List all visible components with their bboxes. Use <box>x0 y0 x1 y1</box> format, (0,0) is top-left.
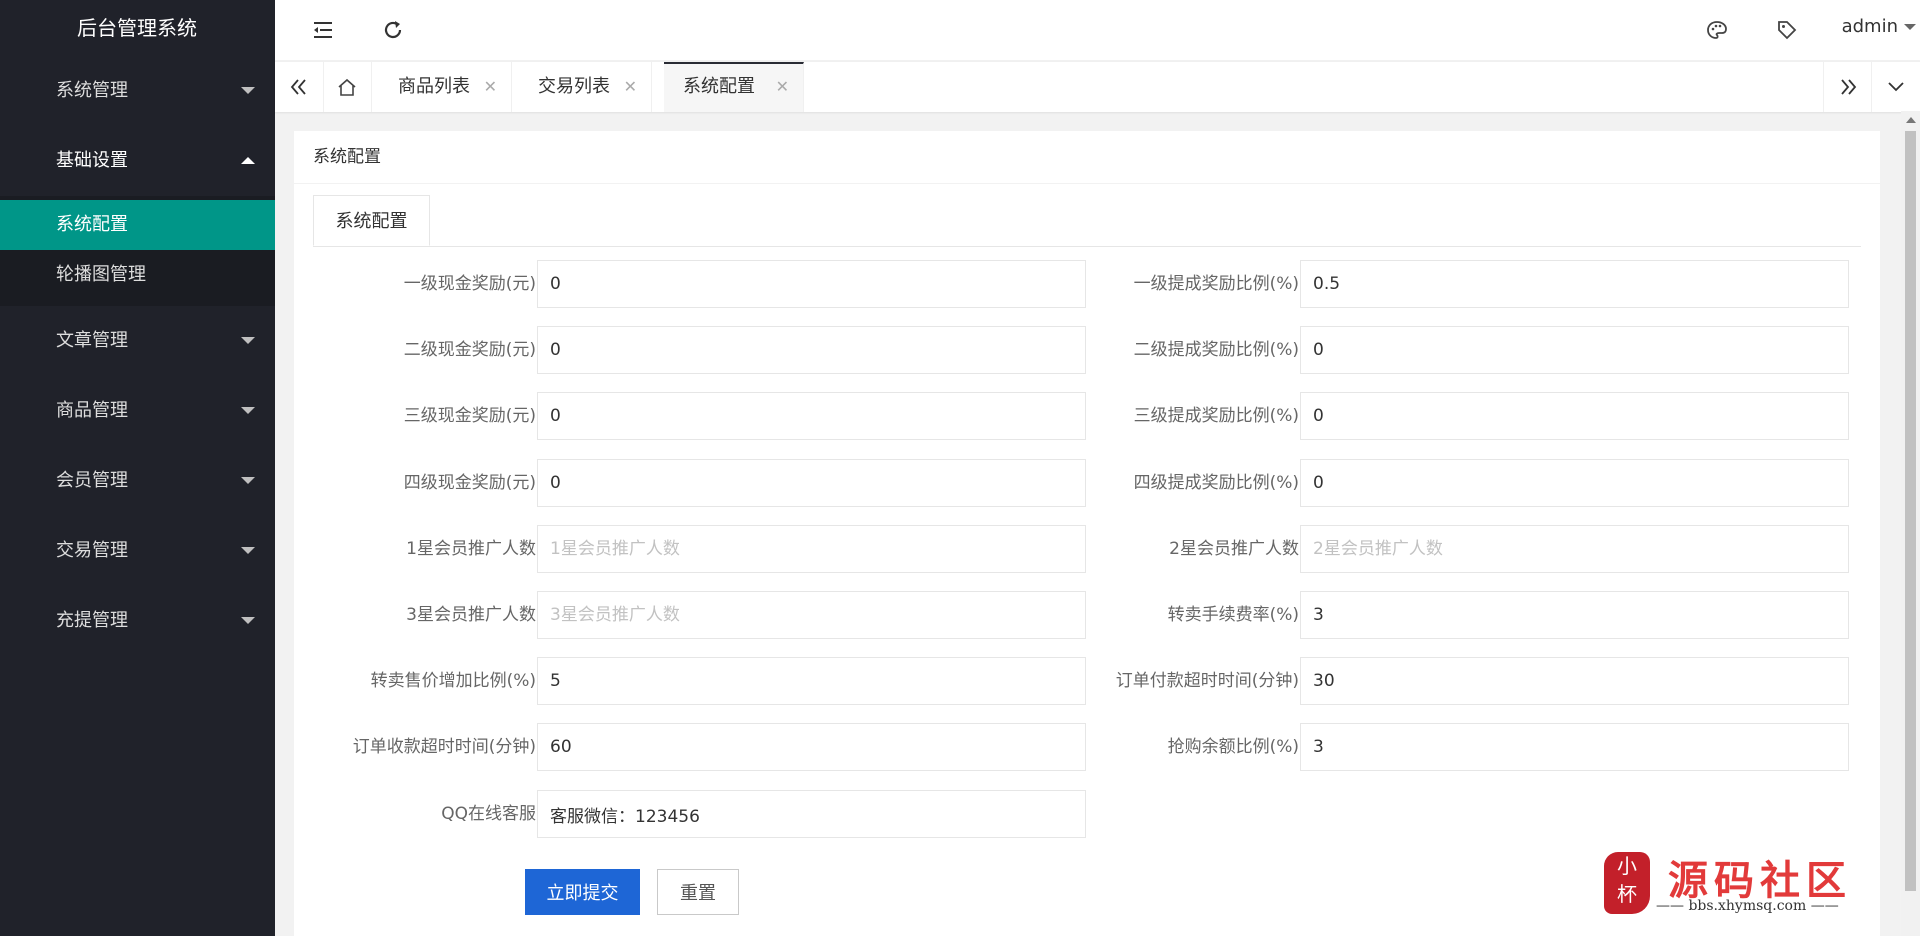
top-header: admin <box>275 0 1920 60</box>
scrollbar-thumb[interactable] <box>1905 131 1916 891</box>
field-label: 三级提成奖励比例(%) <box>1133 406 1299 426</box>
resale-price-increase-input[interactable] <box>537 657 1086 705</box>
star1-promo-count-input[interactable] <box>537 525 1086 573</box>
tab-system-config[interactable]: 系统配置 ✕ <box>664 62 804 112</box>
qq-online-service-input[interactable] <box>537 790 1086 838</box>
sidebar-item-goods[interactable]: 商品管理 <box>0 376 275 446</box>
sidebar-item-recharge[interactable]: 充提管理 <box>0 586 275 656</box>
page-scrollbar[interactable] <box>1901 111 1920 936</box>
field-label: 二级现金奖励(元) <box>403 340 536 360</box>
order-receipt-timeout-input[interactable] <box>537 723 1086 771</box>
chevron-down-icon <box>1904 24 1916 30</box>
card-title: 系统配置 <box>294 131 1880 184</box>
sidebar-item-member[interactable]: 会员管理 <box>0 446 275 516</box>
field-label: 1星会员推广人数 <box>406 539 536 559</box>
caret-down-icon <box>241 477 255 484</box>
field-label: 四级提成奖励比例(%) <box>1133 473 1299 493</box>
tab-label: 商品列表 <box>398 76 470 97</box>
field-label: 三级现金奖励(元) <box>403 406 536 426</box>
caret-down-icon <box>241 87 255 94</box>
rush-balance-ratio-input[interactable] <box>1300 723 1849 771</box>
sidebar-subitem-banner[interactable]: 轮播图管理 <box>0 250 275 300</box>
field-label: 四级现金奖励(元) <box>403 473 536 493</box>
caret-down-icon <box>241 617 255 624</box>
level2-commission-ratio-input[interactable] <box>1300 326 1849 374</box>
close-icon[interactable]: ✕ <box>484 62 497 112</box>
resale-fee-rate-input[interactable] <box>1300 591 1849 639</box>
page-tabs-bar: 商品列表 ✕ 交易列表 ✕ 系统配置 ✕ <box>275 61 1920 112</box>
home-icon[interactable] <box>323 62 372 112</box>
field-label: 订单收款超时时间(分钟) <box>352 737 536 757</box>
order-payment-timeout-input[interactable] <box>1300 657 1849 705</box>
caret-down-icon <box>241 407 255 414</box>
star2-promo-count-input[interactable] <box>1300 525 1849 573</box>
level2-cash-reward-input[interactable] <box>537 326 1086 374</box>
field-label: 转卖售价增加比例(%) <box>370 671 536 691</box>
sidebar-item-article[interactable]: 文章管理 <box>0 306 275 376</box>
sidebar-item-trade[interactable]: 交易管理 <box>0 516 275 586</box>
caret-down-icon <box>241 337 255 344</box>
tab-label: 系统配置 <box>683 76 755 97</box>
tabs-menu-chevron-down-icon[interactable] <box>1871 62 1920 112</box>
inner-tab-system-config[interactable]: 系统配置 <box>313 195 430 246</box>
level3-cash-reward-input[interactable] <box>537 392 1086 440</box>
level4-commission-ratio-input[interactable] <box>1300 459 1849 507</box>
sidebar-item-label: 商品管理 <box>56 400 128 421</box>
level1-commission-ratio-input[interactable] <box>1300 260 1849 308</box>
field-label: 一级提成奖励比例(%) <box>1133 274 1299 294</box>
tab-trade-list[interactable]: 交易列表 ✕ <box>512 62 652 112</box>
sidebar-item-label: 交易管理 <box>56 540 128 561</box>
level3-commission-ratio-input[interactable] <box>1300 392 1849 440</box>
sidebar-submenu: 系统配置 轮播图管理 <box>0 196 275 306</box>
close-icon[interactable]: ✕ <box>624 62 637 112</box>
sidebar-item-label: 充提管理 <box>56 610 128 631</box>
user-menu[interactable]: admin <box>1842 16 1916 37</box>
tab-goods-list[interactable]: 商品列表 ✕ <box>372 62 512 112</box>
star3-promo-count-input[interactable] <box>537 591 1086 639</box>
field-label: 抢购余额比例(%) <box>1167 737 1299 757</box>
sidebar-item-label: 会员管理 <box>56 470 128 491</box>
field-label: 2星会员推广人数 <box>1169 539 1299 559</box>
submit-button[interactable]: 立即提交 <box>525 869 640 915</box>
caret-down-icon <box>241 547 255 554</box>
field-label: 订单付款超时时间(分钟) <box>1115 671 1299 691</box>
sidebar-item-label: 基础设置 <box>56 150 128 171</box>
field-label: 一级现金奖励(元) <box>403 274 536 294</box>
tabs-scroll-right-icon[interactable] <box>1823 62 1872 112</box>
sidebar-item-basic-settings[interactable]: 基础设置 <box>0 126 275 196</box>
app-logo-title: 后台管理系统 <box>77 16 197 40</box>
menu-fold-icon[interactable] <box>307 14 339 46</box>
field-label: 转卖手续费率(%) <box>1167 605 1299 625</box>
config-card: 系统配置 系统配置 一级现金奖励(元) 一级提成奖励比例(%) 二级现金奖励(元… <box>294 131 1880 936</box>
tag-icon[interactable] <box>1771 14 1803 46</box>
watermark-logo: 小 杯 源码社区 —— bbs.xhymsq.com —— <box>1600 848 1900 918</box>
scroll-up-arrow-icon[interactable] <box>1906 117 1916 123</box>
sidebar: 后台管理系统 系统管理 基础设置 系统配置 轮播图管理 文章管理 商品管理 会员… <box>0 0 275 936</box>
field-label: QQ在线客服 <box>441 804 536 824</box>
sidebar-item-system[interactable]: 系统管理 <box>0 56 275 126</box>
field-label: 3星会员推广人数 <box>406 605 536 625</box>
refresh-icon[interactable] <box>377 14 409 46</box>
caret-up-icon <box>241 157 255 164</box>
reset-button[interactable]: 重置 <box>657 869 739 915</box>
watermark-url: —— bbs.xhymsq.com —— <box>1656 898 1839 914</box>
tab-label: 交易列表 <box>538 76 610 97</box>
level4-cash-reward-input[interactable] <box>537 459 1086 507</box>
sidebar-item-label: 系统管理 <box>56 80 128 101</box>
watermark-seal: 小 杯 <box>1604 852 1650 914</box>
level1-cash-reward-input[interactable] <box>537 260 1086 308</box>
close-icon[interactable]: ✕ <box>776 64 789 110</box>
inner-tabs: 系统配置 <box>313 195 1861 247</box>
sidebar-item-label: 文章管理 <box>56 330 128 351</box>
field-label: 二级提成奖励比例(%) <box>1133 340 1299 360</box>
theme-palette-icon[interactable] <box>1701 14 1733 46</box>
tabs-scroll-left-icon[interactable] <box>275 62 324 112</box>
sidebar-subitem-system-config[interactable]: 系统配置 <box>0 200 275 250</box>
user-name: admin <box>1841 16 1898 37</box>
